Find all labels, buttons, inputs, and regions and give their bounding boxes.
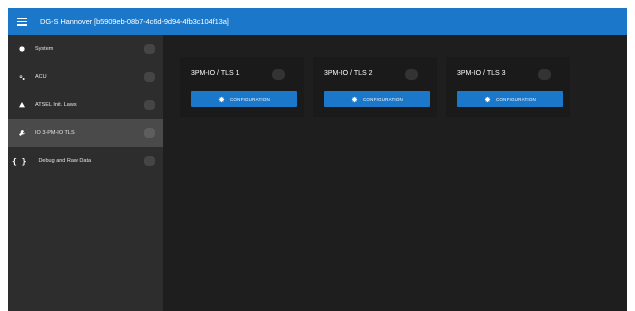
expand-toggle[interactable] — [144, 44, 155, 54]
card-toggle[interactable] — [405, 69, 418, 80]
wrench-icon — [17, 129, 26, 138]
sidebar-item-atsel[interactable]: ATSEL Init. Laws — [8, 91, 163, 119]
expand-toggle[interactable] — [144, 100, 155, 110]
gear-icon — [484, 96, 491, 102]
sidebar-item-io-tls[interactable]: IO 3-PM-IO TLS — [8, 119, 163, 147]
expand-toggle[interactable] — [144, 72, 155, 82]
gear-icon — [351, 96, 358, 102]
card-title: 3PM-IO / TLS 1 — [191, 70, 240, 77]
card-title: 3PM-IO / TLS 2 — [324, 70, 373, 77]
card-toggle[interactable] — [272, 69, 285, 80]
sidebar-item-label: Debug and Raw Data — [38, 158, 92, 164]
card-title: 3PM-IO / TLS 3 — [457, 70, 506, 77]
expand-toggle[interactable] — [144, 128, 155, 138]
card-toggle[interactable] — [538, 69, 551, 80]
braces-icon: { } — [12, 156, 27, 166]
app-title: DG-S Hannover [b5909eb-08b7-4c6d-9d94-4f… — [40, 17, 229, 26]
tls-card-2: 3PM-IO / TLS 2 CONFIGURATION — [313, 57, 437, 117]
sidebar-item-debug[interactable]: { } Debug and Raw Data — [8, 147, 163, 175]
configuration-button[interactable]: CONFIGURATION — [191, 91, 297, 107]
sidebar-item-label: ATSEL Init. Laws — [35, 102, 77, 108]
configuration-button[interactable]: CONFIGURATION — [324, 91, 430, 107]
hamburger-menu-icon[interactable] — [17, 17, 27, 26]
button-label: CONFIGURATION — [362, 96, 403, 102]
sidebar-item-label: IO 3-PM-IO TLS — [35, 130, 75, 136]
gear-icon — [218, 96, 225, 102]
tls-card-3: 3PM-IO / TLS 3 CONFIGURATION — [446, 57, 570, 117]
button-label: CONFIGURATION — [495, 96, 536, 102]
tls-card-1: 3PM-IO / TLS 1 CONFIGURATION — [180, 57, 304, 117]
button-label: CONFIGURATION — [229, 96, 270, 102]
sidebar-item-label: ACU — [35, 74, 47, 80]
configuration-button[interactable]: CONFIGURATION — [457, 91, 563, 107]
gear-icon — [17, 45, 26, 54]
sidebar: System ACU ATSEL Init. Laws IO 3-PM-IO T… — [8, 35, 163, 311]
sidebar-item-acu[interactable]: ACU — [8, 63, 163, 91]
expand-toggle[interactable] — [144, 156, 155, 166]
app-window: DG-S Hannover [b5909eb-08b7-4c6d-9d94-4f… — [8, 8, 627, 311]
top-app-bar: DG-S Hannover [b5909eb-08b7-4c6d-9d94-4f… — [8, 8, 627, 35]
main-content: 3PM-IO / TLS 1 CONFIGURATION 3PM-IO / TL… — [163, 35, 627, 311]
settings-icon — [17, 73, 26, 82]
tool-icon — [17, 101, 26, 110]
sidebar-item-label: System — [35, 46, 54, 52]
sidebar-item-system[interactable]: System — [8, 35, 163, 63]
